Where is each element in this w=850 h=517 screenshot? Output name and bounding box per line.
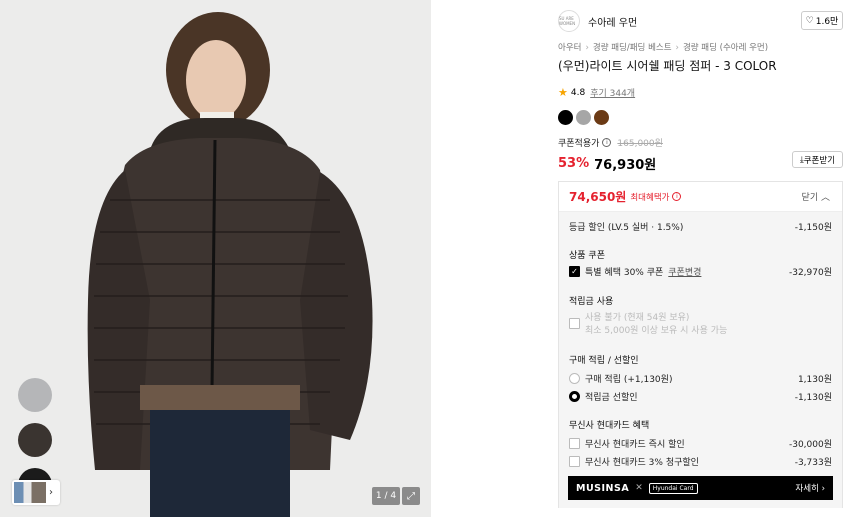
- coupon-change-link[interactable]: 쿠폰변경: [668, 265, 701, 278]
- coupon-price-label: 쿠폰적용가: [558, 139, 600, 149]
- discount-rate: 53%: [558, 156, 590, 171]
- grade-discount-amount: -1,150원: [794, 223, 832, 233]
- color-swatches: [558, 110, 609, 125]
- info-icon[interactable]: i: [672, 192, 682, 201]
- original-price: 165,000원: [617, 139, 663, 149]
- coupon-row: ✓ 특별 혜택 30% 쿠폰 쿠폰변경 -32,970원: [569, 265, 832, 278]
- benefit-box: 74,650원 최대혜택가 i 닫기 ︿ 등급 할인 (LV.5 실버 · 1.…: [558, 181, 843, 508]
- brand-name[interactable]: 수아레 우먼: [588, 14, 637, 29]
- card-opt2-amount: -3,733원: [794, 458, 832, 468]
- image-counter: 1 / 4: [372, 487, 400, 505]
- points-section-title: 적립금 사용: [569, 297, 614, 307]
- purchase-opt1-row: 구매 적립 (+1,130원) 1,130원: [569, 372, 832, 385]
- grade-discount-label: 등급 할인 (LV.5 실버 · 1.5%): [569, 223, 684, 233]
- purchase-opt1-amount: 1,130원: [797, 375, 832, 385]
- coupon-amount: -32,970원: [788, 268, 832, 278]
- points-row: 사용 불가 (현재 54원 보유) 최소 5,000원 이상 보유 시 사용 가…: [569, 312, 832, 338]
- checkbox-icon[interactable]: [569, 438, 580, 449]
- grade-discount-row: 등급 할인 (LV.5 실버 · 1.5%) -1,150원: [569, 220, 832, 233]
- breadcrumb-item[interactable]: 경량 패딩/패딩 베스트: [593, 43, 672, 53]
- card-opt1-amount: -30,000원: [788, 440, 832, 450]
- star-icon: ★: [558, 86, 568, 99]
- price-area: 쿠폰적용가 i 165,000원 53% 76,930원 ⤓ 쿠폰받기: [558, 136, 843, 173]
- heart-icon: ♡: [805, 15, 814, 26]
- card-opt1[interactable]: 무신사 현대카드 즉시 할인: [569, 437, 685, 450]
- benefit-header: 74,650원 최대혜택가 i 닫기 ︿: [559, 182, 842, 212]
- product-gallery[interactable]: › 1 / 4 ⤢: [0, 0, 431, 517]
- brand-row: SU ARE WOMEN 수아레 우먼 ♡ 1.6만: [558, 9, 843, 33]
- mini-gallery-strip[interactable]: ›: [12, 480, 60, 505]
- color-thumbnail-gray[interactable]: [18, 378, 52, 412]
- review-link[interactable]: 후기 344개: [590, 86, 635, 99]
- checkbox-disabled-icon[interactable]: [569, 318, 580, 329]
- coupon-item-label: 특별 혜택 30% 쿠폰: [585, 268, 664, 278]
- rating: ★ 4.8 후기 344개: [558, 86, 635, 99]
- checkbox-icon[interactable]: [569, 456, 580, 467]
- max-benefit-label-row: 최대혜택가 i: [630, 191, 682, 203]
- purchase-section-title: 구매 적립 / 선할인: [569, 356, 639, 366]
- swatch-black[interactable]: [558, 110, 573, 125]
- max-benefit-price: 74,650원: [569, 190, 627, 204]
- like-count: 1.6만: [815, 17, 839, 27]
- card-opt2[interactable]: 무신사 현대카드 3% 청구할인: [569, 455, 699, 468]
- purchase-opt2-label: 적립금 선할인: [585, 393, 638, 403]
- breadcrumb: 아우터 › 경량 패딩/패딩 베스트 › 경량 패딩 (수아레 우먼): [558, 41, 768, 53]
- expand-icon[interactable]: ⤢: [402, 487, 420, 505]
- purchase-opt2-amount: -1,130원: [794, 393, 832, 403]
- swatch-brown[interactable]: [594, 110, 609, 125]
- chevron-up-icon: ︿: [820, 193, 830, 203]
- chevron-right-icon: ›: [675, 43, 679, 53]
- purchase-opt2[interactable]: 적립금 선할인: [569, 390, 638, 403]
- banner-brand: MUSINSA: [576, 482, 630, 494]
- brand-logo[interactable]: SU ARE WOMEN: [558, 10, 580, 32]
- purchase-opt1-label: 구매 적립 (+1,130원): [585, 375, 673, 385]
- coupon-check-item[interactable]: ✓ 특별 혜택 30% 쿠폰 쿠폰변경: [569, 265, 701, 278]
- collapse-label: 닫기: [801, 193, 819, 203]
- benefit-body: 등급 할인 (LV.5 실버 · 1.5%) -1,150원 상품 쿠폰 ✓ 특…: [559, 212, 842, 508]
- banner-more-link[interactable]: 자세히 ›: [795, 482, 825, 494]
- card-section-title: 무신사 현대카드 혜택: [569, 421, 650, 431]
- radio-icon[interactable]: [569, 373, 580, 384]
- coupon-price-label-row: 쿠폰적용가 i 165,000원: [558, 136, 843, 149]
- card-banner[interactable]: MUSINSA ✕ Hyundai Card 자세히 ›: [568, 476, 833, 500]
- coupon-download-label: 쿠폰받기: [803, 155, 836, 166]
- sale-price: 76,930원: [594, 158, 657, 173]
- product-photo: [0, 0, 431, 517]
- purchase-opt2-row: 적립금 선할인 -1,130원: [569, 390, 832, 403]
- color-thumbnail-brown[interactable]: [18, 423, 52, 457]
- product-title: (우먼)라이트 시어쉘 패딩 점퍼 - 3 COLOR: [558, 59, 777, 73]
- chevron-right-icon: ›: [585, 43, 589, 53]
- mini-gallery-image: [14, 482, 46, 503]
- points-check-item[interactable]: 사용 불가 (현재 54원 보유) 최소 5,000원 이상 보유 시 사용 가…: [569, 312, 727, 338]
- collapse-button[interactable]: 닫기 ︿: [802, 190, 830, 203]
- banner-card-name: Hyundai Card: [648, 482, 698, 494]
- swatch-gray[interactable]: [576, 110, 591, 125]
- points-line-2: 최소 5,000원 이상 보유 시 사용 가능: [585, 326, 728, 336]
- breadcrumb-item[interactable]: 아우터: [558, 43, 581, 53]
- radio-selected-icon[interactable]: [569, 391, 580, 402]
- like-button[interactable]: ♡ 1.6만: [801, 11, 843, 30]
- info-icon[interactable]: i: [602, 138, 612, 147]
- purchase-opt1[interactable]: 구매 적립 (+1,130원): [569, 372, 672, 385]
- banner-more-label: 자세히: [795, 484, 819, 494]
- card-opt2-row: 무신사 현대카드 3% 청구할인 -3,733원: [569, 455, 832, 468]
- product-info-panel: SU ARE WOMEN 수아레 우먼 ♡ 1.6만 아우터 › 경량 패딩/패딩 …: [558, 0, 850, 517]
- chevron-right-icon: ›: [821, 484, 825, 494]
- checkbox-checked-icon[interactable]: ✓: [569, 266, 580, 277]
- close-icon: ✕: [635, 483, 643, 493]
- card-opt2-label: 무신사 현대카드 3% 청구할인: [585, 458, 699, 468]
- card-opt1-row: 무신사 현대카드 즉시 할인 -30,000원: [569, 437, 832, 450]
- card-opt1-label: 무신사 현대카드 즉시 할인: [585, 440, 685, 450]
- coupon-section-title: 상품 쿠폰: [569, 251, 605, 261]
- chevron-right-icon: ›: [49, 487, 53, 498]
- points-info: 사용 불가 (현재 54원 보유) 최소 5,000원 이상 보유 시 사용 가…: [585, 312, 727, 338]
- rating-score: 4.8: [570, 87, 586, 98]
- points-line-1: 사용 불가 (현재 54원 보유): [585, 313, 690, 323]
- coupon-download-button[interactable]: ⤓ 쿠폰받기: [792, 151, 843, 168]
- max-benefit-label: 최대혜택가: [630, 192, 670, 203]
- breadcrumb-item[interactable]: 경량 패딩 (수아레 우먼): [683, 43, 768, 53]
